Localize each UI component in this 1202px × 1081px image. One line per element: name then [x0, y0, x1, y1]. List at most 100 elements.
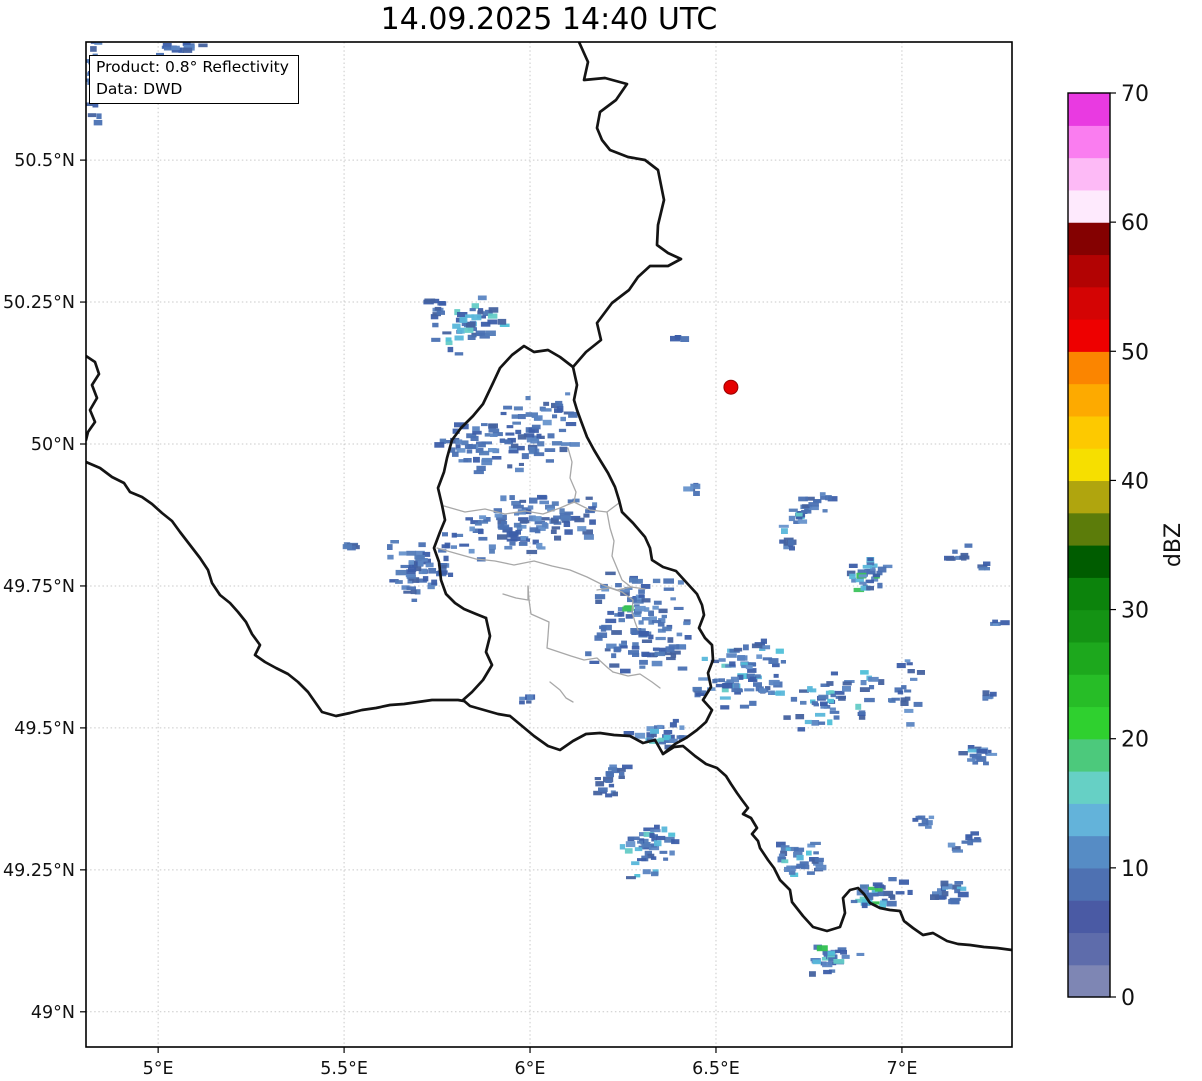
radar-cell [813, 851, 819, 855]
radar-cell [543, 401, 550, 406]
radar-cell [768, 690, 775, 695]
radar-cell [473, 456, 480, 463]
radar-cell [488, 423, 498, 429]
colorbar-tick-label: 10 [1121, 857, 1149, 882]
radar-cell [432, 322, 439, 328]
radar-cell [555, 400, 563, 407]
radar-echo-cluster [775, 670, 896, 732]
radar-cell [626, 876, 636, 880]
radar-cell [916, 670, 925, 675]
radar-cell [719, 696, 731, 700]
radar-cell [850, 899, 858, 904]
radar-echo-cluster [776, 841, 827, 877]
radar-cell [729, 661, 736, 667]
radar-cell [568, 411, 578, 418]
radar-cell [723, 682, 733, 689]
radar-cell [671, 839, 680, 845]
radar-cell [673, 606, 684, 610]
radar-cell [964, 543, 973, 548]
radar-cell [395, 580, 403, 584]
radar-cell [958, 751, 968, 756]
radar-cell [861, 902, 868, 909]
radar-cell [618, 775, 625, 779]
radar-echo-cluster [452, 392, 580, 475]
radar-cell [342, 544, 353, 550]
radar-cell [877, 582, 883, 589]
radar-cell [859, 687, 870, 692]
colorbar-tick-label: 50 [1121, 340, 1149, 365]
radar-cell [527, 505, 534, 510]
radar-cell [721, 688, 729, 693]
radar-cell [605, 779, 612, 783]
radar-cell [698, 677, 709, 681]
radar-cell [598, 787, 608, 793]
radar-cell [806, 850, 812, 856]
radar-cell [488, 428, 500, 433]
radar-cell [467, 334, 476, 340]
radar-cell [679, 725, 685, 730]
radar-cell [693, 490, 700, 496]
radar-echo-cluster [623, 718, 688, 750]
radar-cell [878, 679, 885, 685]
radar-cell [589, 519, 596, 525]
radar-cell [619, 844, 626, 850]
radar-cell [519, 700, 525, 705]
radar-cell [551, 501, 559, 506]
radar-cell [848, 563, 858, 568]
radar-cell [896, 663, 906, 669]
x-tick-label: 5°E [143, 1059, 174, 1079]
radar-cell [628, 650, 639, 655]
radar-cell [448, 572, 454, 577]
radar-cell [718, 658, 726, 662]
radar-cell [405, 574, 415, 578]
radar-cell [463, 458, 472, 463]
colorbar-band [1068, 286, 1110, 320]
radar-cell [841, 954, 850, 959]
radar-cell [744, 688, 755, 692]
region-borders [436, 447, 661, 703]
colorbar-band [1068, 383, 1110, 417]
radar-cell [785, 847, 791, 851]
radar-cell [506, 538, 518, 542]
radar-cell [491, 456, 502, 460]
radar-cell [827, 719, 833, 726]
colorbar-band [1068, 835, 1110, 869]
radar-cell [811, 701, 819, 706]
radar-cell [759, 688, 767, 693]
radar-cell [898, 879, 909, 885]
radar-cell [565, 422, 577, 427]
radar-cell [808, 502, 819, 507]
radar-cell [778, 524, 789, 528]
radar-cell [611, 630, 622, 635]
radar-cell [666, 656, 676, 661]
radar-cell [519, 499, 527, 503]
colorbar-band [1068, 577, 1110, 611]
radar-cell [830, 671, 838, 676]
radar-echo-cluster [846, 557, 893, 593]
radar-cell [656, 835, 666, 841]
radar-cell [827, 698, 834, 704]
radar-cell [454, 335, 464, 341]
radar-cell [815, 712, 826, 717]
radar-cell [544, 448, 556, 452]
radar-cell [469, 526, 475, 532]
radar-cell [684, 635, 692, 640]
country-border-line [571, 42, 683, 369]
radar-cell [822, 509, 828, 513]
radar-cell [395, 569, 407, 576]
radar-cell [558, 428, 567, 433]
colorbar-band [1068, 932, 1110, 966]
radar-cell [809, 971, 816, 977]
radar-cell [680, 336, 690, 342]
radar-echo-cluster [423, 298, 447, 320]
radar-cell [406, 586, 416, 590]
radar-cell [634, 611, 640, 615]
radar-echo-cluster [944, 543, 973, 561]
country-border-line [461, 616, 1012, 952]
colorbar-band [1068, 512, 1110, 546]
radar-echo-cluster [888, 659, 925, 727]
radar-cell [403, 590, 412, 594]
colorbar-band [1068, 93, 1110, 126]
radar-cell [494, 513, 503, 518]
radar-cell [605, 793, 613, 798]
